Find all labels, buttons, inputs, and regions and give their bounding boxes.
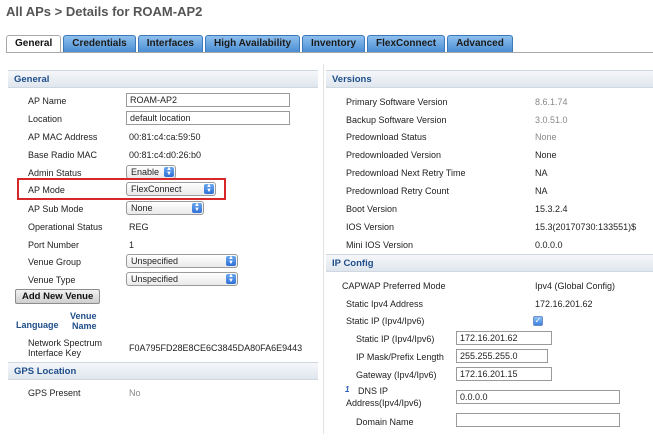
tab-inventory[interactable]: Inventory bbox=[302, 35, 366, 52]
admin-status-label: Admin Status bbox=[28, 168, 82, 178]
ios-version-label: IOS Version bbox=[346, 222, 395, 232]
venue-group-select[interactable]: Unspecified ▲ ▼ bbox=[126, 254, 238, 268]
predownload-status-label: Predownload Status bbox=[346, 132, 427, 142]
capwap-preferred-mode-label: CAPWAP Preferred Mode bbox=[342, 281, 446, 291]
ap-sub-mode-value: None bbox=[131, 203, 153, 213]
tab-credentials[interactable]: Credentials bbox=[63, 35, 136, 52]
predownload-next-retry-time-label: Predownload Next Retry Time bbox=[346, 168, 466, 178]
dns-info-icon[interactable]: 1 bbox=[345, 385, 349, 394]
ap-sub-mode-label: AP Sub Mode bbox=[28, 204, 84, 214]
static-ip-label: Static IP (Ipv4/Ipv6) bbox=[356, 334, 435, 344]
versions-section-heading: Versions bbox=[326, 70, 653, 88]
ap-mode-select[interactable]: FlexConnect ▲ ▼ bbox=[126, 182, 216, 196]
location-input[interactable]: default location bbox=[126, 111, 290, 125]
backup-software-version-label: Backup Software Version bbox=[346, 115, 447, 125]
predownload-next-retry-time-value: NA bbox=[535, 168, 548, 178]
static-ip-input[interactable]: 172.16.201.62 bbox=[456, 331, 552, 345]
predownloaded-version-value: None bbox=[535, 150, 557, 160]
gps-present-label: GPS Present bbox=[28, 388, 81, 398]
ap-name-label: AP Name bbox=[28, 96, 67, 106]
ap-mac-value: 00:81:c4:ca:59:50 bbox=[129, 132, 201, 142]
dns-ip-label-line-2: Address(Ipv4/Ipv6) bbox=[346, 398, 422, 408]
select-arrow-icon: ▲ ▼ bbox=[164, 166, 174, 177]
operational-status-value: REG bbox=[129, 222, 149, 232]
general-section-heading: General bbox=[8, 70, 318, 88]
ap-mode-label: AP Mode bbox=[28, 185, 65, 195]
ap-mac-label: AP MAC Address bbox=[28, 132, 98, 142]
predownloaded-version-label: Predownloaded Version bbox=[346, 150, 442, 160]
dns-ip-input[interactable]: 0.0.0.0 bbox=[456, 390, 620, 404]
venue-name-column-header-line-2: Name bbox=[72, 321, 97, 331]
static-ipv4-address-value: 172.16.201.62 bbox=[535, 299, 593, 309]
select-arrow-icon: ▲ ▼ bbox=[204, 183, 214, 194]
gateway-input[interactable]: 172.16.201.15 bbox=[456, 367, 552, 381]
base-radio-mac-label: Base Radio MAC bbox=[28, 150, 98, 160]
venue-name-column-header-line-1: Venue bbox=[70, 311, 97, 321]
location-label: Location bbox=[28, 114, 63, 124]
primary-software-version-value: 8.6.1.74 bbox=[535, 97, 568, 107]
ap-name-input[interactable]: ROAM-AP2 bbox=[126, 93, 290, 107]
admin-status-value: Enable bbox=[131, 167, 160, 177]
backup-software-version-value: 3.0.51.0 bbox=[535, 115, 568, 125]
mini-ios-version-value: 0.0.0.0 bbox=[535, 240, 563, 250]
static-ip-checkbox[interactable]: ✓ bbox=[533, 316, 543, 326]
dns-ip-label-line-1: DNS IP bbox=[358, 386, 389, 396]
tab-general[interactable]: General bbox=[6, 35, 62, 53]
tab-advanced[interactable]: Advanced bbox=[447, 35, 513, 52]
gateway-label: Gateway (Ipv4/Ipv6) bbox=[356, 370, 437, 380]
venue-type-value: Unspecified bbox=[131, 274, 179, 284]
gps-section-heading: GPS Location bbox=[8, 362, 318, 380]
ip-mask-input[interactable]: 255.255.255.0 bbox=[456, 349, 548, 363]
predownload-retry-count-label: Predownload Retry Count bbox=[346, 186, 450, 196]
network-spectrum-label-line-1: Network Spectrum bbox=[28, 338, 103, 348]
tab-high-availability[interactable]: High Availability bbox=[204, 35, 301, 52]
ap-mode-value: FlexConnect bbox=[131, 184, 182, 194]
static-ip-toggle-label: Static IP (Ipv4/Ipv6) bbox=[346, 316, 425, 326]
predownload-status-value: None bbox=[535, 132, 557, 142]
mini-ios-version-label: Mini IOS Version bbox=[346, 240, 414, 250]
venue-type-select[interactable]: Unspecified ▲ ▼ bbox=[126, 272, 238, 286]
domain-name-input[interactable] bbox=[456, 413, 620, 427]
gps-present-value: No bbox=[129, 388, 141, 398]
network-spectrum-value: F0A795FD28E8CE6C3845DA80FA6E9443 bbox=[129, 343, 303, 353]
capwap-preferred-mode-value: Ipv4 (Global Config) bbox=[535, 281, 616, 291]
operational-status-label: Operational Status bbox=[28, 222, 103, 232]
venue-group-label: Venue Group bbox=[28, 257, 82, 267]
port-number-label: Port Number bbox=[28, 240, 80, 250]
ip-config-section-heading: IP Config bbox=[326, 254, 653, 272]
ip-mask-label: IP Mask/Prefix Length bbox=[356, 352, 444, 362]
select-arrow-icon: ▲ ▼ bbox=[226, 273, 236, 284]
boot-version-value: 15.3.2.4 bbox=[535, 204, 568, 214]
page-title: All APs > Details for ROAM-AP2 bbox=[6, 4, 203, 19]
static-ipv4-address-label: Static Ipv4 Address bbox=[346, 299, 424, 309]
select-arrow-icon: ▲ ▼ bbox=[192, 202, 202, 213]
tab-divider bbox=[6, 52, 653, 53]
ap-sub-mode-select[interactable]: None ▲ ▼ bbox=[126, 201, 204, 215]
domain-name-label: Domain Name bbox=[356, 417, 414, 427]
primary-software-version-label: Primary Software Version bbox=[346, 97, 448, 107]
tab-interfaces[interactable]: Interfaces bbox=[137, 35, 203, 52]
predownload-retry-count-value: NA bbox=[535, 186, 548, 196]
tab-flexconnect[interactable]: FlexConnect bbox=[367, 35, 446, 52]
admin-status-select[interactable]: Enable ▲ ▼ bbox=[126, 165, 176, 179]
checkmark-icon: ✓ bbox=[534, 316, 542, 325]
tab-bar: General Credentials Interfaces High Avai… bbox=[6, 35, 515, 53]
language-column-header: Language bbox=[16, 320, 59, 330]
column-divider bbox=[323, 64, 324, 434]
venue-group-value: Unspecified bbox=[131, 256, 179, 266]
boot-version-label: Boot Version bbox=[346, 204, 398, 214]
venue-type-label: Venue Type bbox=[28, 275, 76, 285]
add-new-venue-button[interactable]: Add New Venue bbox=[15, 289, 101, 304]
port-number-value: 1 bbox=[129, 240, 135, 250]
base-radio-mac-value: 00:81:c4:d0:26:b0 bbox=[129, 150, 202, 160]
ios-version-value: 15.3(20170730:133551)$ bbox=[535, 222, 637, 232]
select-arrow-icon: ▲ ▼ bbox=[226, 255, 236, 266]
network-spectrum-label-line-2: Interface Key bbox=[28, 348, 82, 358]
